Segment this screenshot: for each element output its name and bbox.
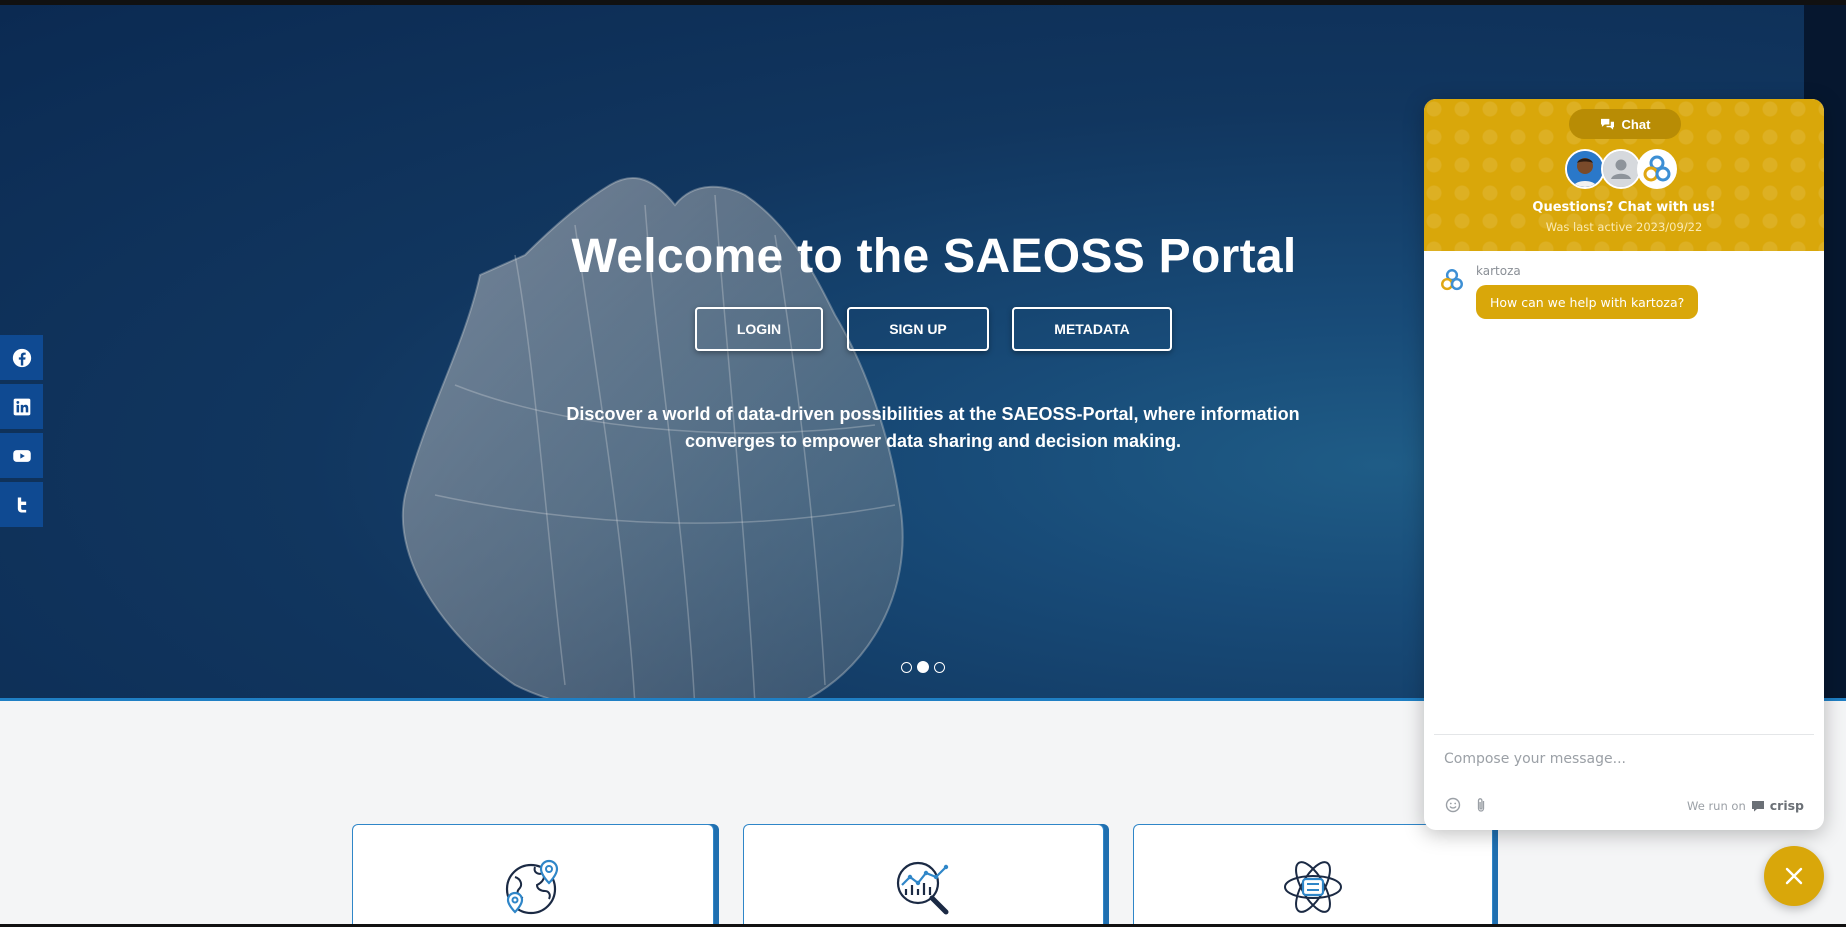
paperclip-icon	[1477, 798, 1485, 812]
globe-location-icon	[505, 859, 559, 915]
chat-last-active: Was last active 2023/09/22	[1545, 220, 1703, 234]
agent-avatar-1	[1565, 149, 1605, 189]
twitter-link[interactable]	[0, 482, 43, 527]
compose-divider	[1434, 734, 1814, 735]
feature-card-1[interactable]	[352, 824, 714, 927]
linkedin-link[interactable]	[0, 384, 43, 429]
login-button[interactable]: LOGIN	[695, 307, 823, 351]
page: Welcome to the SAEOSS Portal LOGIN SIGN …	[0, 0, 1846, 927]
powered-by-prefix: We run on	[1687, 798, 1746, 813]
feature-card-2[interactable]	[743, 824, 1104, 927]
facebook-icon	[12, 348, 31, 367]
close-icon	[1785, 867, 1803, 885]
chart-magnifier-icon	[896, 861, 948, 915]
attach-button[interactable]	[1472, 796, 1490, 814]
chat-heading: Questions? Chat with us!	[1532, 200, 1716, 215]
chat-bubbles-icon	[1600, 118, 1614, 130]
carousel-dot-1[interactable]	[901, 661, 912, 673]
twitter-icon	[17, 497, 26, 512]
chat-close-button[interactable]	[1764, 846, 1824, 906]
message-bubble: How can we help with kartoza?	[1476, 285, 1699, 319]
agent-avatar-3	[1637, 149, 1677, 189]
atom-data-icon	[1284, 861, 1342, 913]
kartoza-logo-icon	[1643, 155, 1671, 182]
chat-tab-label: Chat	[1621, 116, 1651, 132]
compose-input[interactable]	[1444, 747, 1804, 771]
facebook-link[interactable]	[0, 335, 43, 380]
youtube-link[interactable]	[0, 433, 43, 478]
agent-avatar-2	[1601, 149, 1641, 189]
youtube-icon	[12, 449, 31, 462]
signup-button[interactable]: SIGN UP	[847, 307, 989, 351]
carousel-dot-2[interactable]	[917, 661, 929, 673]
message-author: kartoza	[1476, 264, 1521, 278]
agent-avatars	[1565, 149, 1677, 189]
powered-by[interactable]: We run on crisp	[1687, 798, 1804, 813]
smiley-icon	[1445, 797, 1461, 813]
chat-widget: Chat Questions? Chat with us! Was last a…	[1424, 99, 1824, 830]
user-placeholder-icon	[1603, 151, 1639, 187]
carousel-indicators	[901, 661, 945, 673]
carousel-dot-3[interactable]	[934, 661, 945, 673]
chat-tab[interactable]: Chat	[1569, 109, 1681, 139]
crisp-logo-icon	[1751, 800, 1764, 811]
powered-by-brand: crisp	[1769, 798, 1804, 813]
social-sidebar	[0, 335, 44, 531]
person-avatar-icon	[1567, 151, 1603, 187]
metadata-button[interactable]: METADATA	[1012, 307, 1172, 351]
linkedin-icon	[13, 398, 30, 415]
kartoza-logo-icon	[1441, 269, 1463, 291]
hero-description: Discover a world of data-driven possibil…	[566, 404, 1300, 451]
chat-tools	[1444, 796, 1490, 814]
chat-header: Chat Questions? Chat with us! Was last a…	[1424, 99, 1824, 251]
emoji-button[interactable]	[1444, 796, 1462, 814]
feature-card-3[interactable]	[1133, 824, 1493, 927]
